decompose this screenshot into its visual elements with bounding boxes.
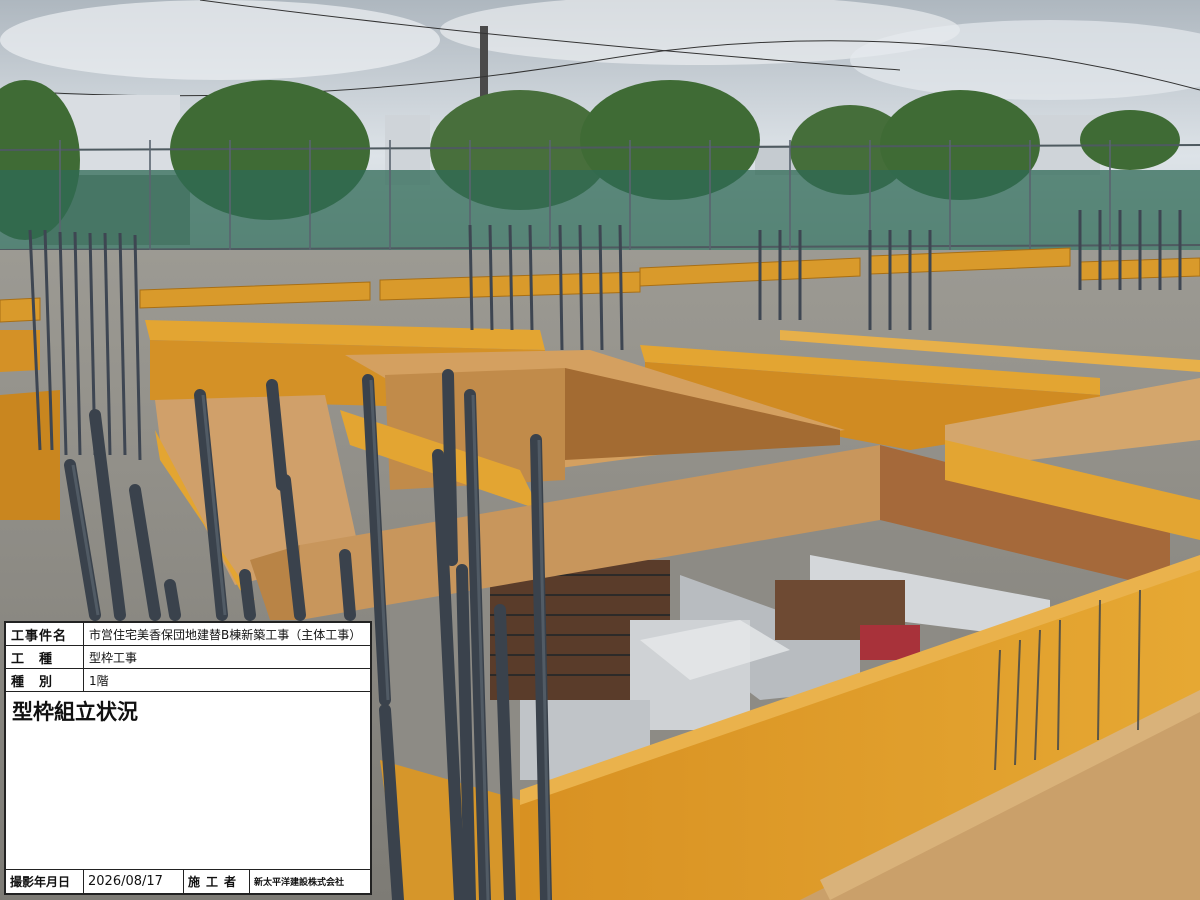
work-type-value: 型枠工事	[89, 650, 138, 665]
project-value: 市営住宅美香保団地建替B棟新築工事（主体工事）	[89, 627, 362, 642]
project-row: 工事件名 市営住宅美香保団地建替B棟新築工事（主体工事）	[6, 623, 370, 646]
category-label: 種 別	[6, 669, 84, 691]
footer-row: 撮影年月日 2026/08/17 施工者 新太平洋建設株式会社	[6, 869, 370, 893]
board-blank-area	[6, 726, 370, 869]
contractor-label: 施工者	[184, 870, 250, 893]
category-row: 種 別 1階	[6, 669, 370, 692]
photo-subject: 型枠組立状況	[12, 700, 138, 724]
date-value: 2026/08/17	[84, 870, 184, 893]
construction-info-board: 工事件名 市営住宅美香保団地建替B棟新築工事（主体工事） 工 種 型枠工事 種 …	[4, 621, 372, 895]
category-value: 1階	[89, 673, 109, 688]
project-label: 工事件名	[6, 623, 84, 645]
contractor-value: 新太平洋建設株式会社	[254, 878, 345, 888]
work-type-row: 工 種 型枠工事	[6, 646, 370, 669]
work-type-label: 工 種	[6, 646, 84, 668]
date-label: 撮影年月日	[6, 870, 84, 893]
